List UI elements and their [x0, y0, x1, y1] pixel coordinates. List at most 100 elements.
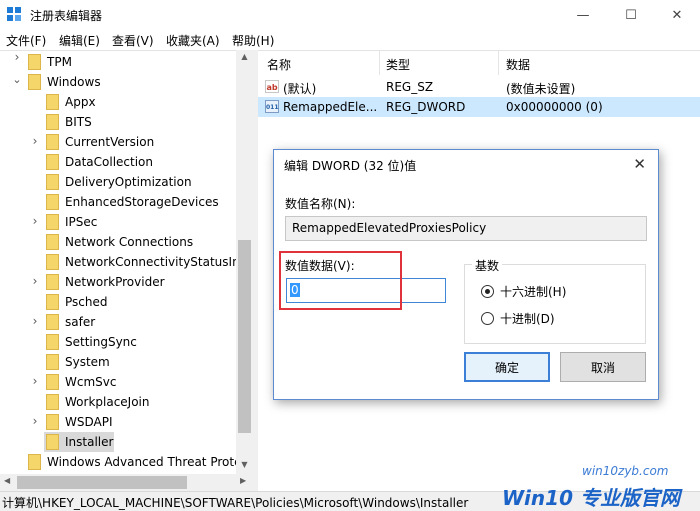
tree-item-label: Windows: [47, 75, 101, 89]
radio-hex-indicator[interactable]: [481, 285, 494, 298]
chevron-right-icon[interactable]: ›: [30, 414, 40, 428]
folder-icon: [46, 394, 59, 410]
tree-item-label: EnhancedStorageDevices: [65, 195, 219, 209]
value-type: REG_DWORD: [386, 100, 466, 114]
folder-icon: [28, 74, 41, 90]
tree-item-label: Installer: [65, 435, 114, 449]
radio-decimal-indicator[interactable]: [481, 312, 494, 325]
tree-item[interactable]: WSDAPI: [46, 412, 113, 432]
tree-item[interactable]: DataCollection: [46, 152, 153, 172]
minimize-button[interactable]: —: [560, 0, 606, 30]
column-header-data[interactable]: 数据: [506, 56, 530, 73]
chevron-right-icon[interactable]: ›: [30, 274, 40, 288]
scroll-down-icon[interactable]: ▼: [236, 460, 253, 469]
menu-view[interactable]: 查看(V): [112, 32, 154, 49]
tree-item-label: SettingSync: [65, 335, 137, 349]
tree-item[interactable]: NetworkProvider: [46, 272, 165, 292]
tree-item[interactable]: DeliveryOptimization: [46, 172, 192, 192]
scroll-left-icon[interactable]: ◀: [4, 476, 10, 485]
chevron-right-icon[interactable]: ›: [30, 314, 40, 328]
window-title: 注册表编辑器: [30, 9, 103, 23]
value-data: 0x00000000 (0): [506, 100, 603, 114]
tree-item[interactable]: WorkplaceJoin: [46, 392, 150, 412]
tree-item[interactable]: Appx: [46, 92, 96, 112]
base-group: 基数 十六进制(H) 十进制(D): [464, 257, 646, 344]
tree-item[interactable]: IPSec: [46, 212, 97, 232]
radio-decimal-label: 十进制(D): [500, 312, 555, 326]
tree-item-label: WorkplaceJoin: [65, 395, 150, 409]
tree-item[interactable]: TPM: [28, 52, 72, 72]
tree-item[interactable]: Psched: [46, 292, 107, 312]
watermark-logo: Win10 专业版官网: [502, 486, 680, 510]
menu-edit[interactable]: 编辑(E): [59, 32, 100, 49]
folder-icon: [46, 174, 59, 190]
chevron-right-icon[interactable]: ›: [12, 51, 22, 64]
value-type: REG_SZ: [386, 80, 434, 94]
radio-hex[interactable]: 十六进制(H): [481, 283, 566, 300]
chevron-right-icon[interactable]: ›: [30, 374, 40, 388]
tree-horizontal-scroll-thumb[interactable]: [17, 476, 187, 489]
value-name: (默认): [283, 82, 317, 96]
dialog-title: 编辑 DWORD (32 位)值: [284, 159, 417, 173]
cancel-button[interactable]: 取消: [560, 352, 646, 382]
tree-item[interactable]: WcmSvc: [46, 372, 116, 392]
scroll-right-icon[interactable]: ▶: [240, 476, 246, 485]
watermark-url: win10zyb.com: [582, 464, 669, 478]
folder-icon: [46, 434, 59, 450]
chevron-right-icon[interactable]: ›: [30, 134, 40, 148]
folder-icon: [46, 194, 59, 210]
tree-item-label: safer: [65, 315, 96, 329]
tree-horizontal-scrollbar[interactable]: ◀ ▶: [0, 474, 253, 491]
tree-item[interactable]: System: [46, 352, 110, 372]
tree-item[interactable]: Installer: [44, 432, 114, 452]
tree-item[interactable]: NetworkConnectivityStatusInc: [46, 252, 246, 272]
column-header-type[interactable]: 类型: [386, 56, 410, 73]
menu-favorites[interactable]: 收藏夹(A): [166, 32, 220, 49]
tree-item[interactable]: SettingSync: [46, 332, 137, 352]
tree-item-label: Windows Advanced Threat Prote: [47, 455, 242, 469]
tree-item-label: DataCollection: [65, 155, 154, 169]
list-row-default[interactable]: ab (默认) REG_SZ (数值未设置): [258, 77, 700, 97]
tree-item[interactable]: Network Connections: [46, 232, 193, 252]
tree-item[interactable]: Windows Advanced Threat Prote: [28, 452, 241, 472]
value-data: (数值未设置): [506, 82, 576, 96]
ok-button[interactable]: 确定: [464, 352, 550, 382]
registry-tree[interactable]: TPM ⌄ Windows Appx BITS › CurrentVersion DataCo…: [0, 50, 252, 474]
status-path: 计算机\HKEY_LOCAL_MACHINE\SOFTWARE\Policies…: [2, 496, 469, 510]
menu-file[interactable]: 文件(F): [6, 32, 46, 49]
tree-vertical-scrollbar[interactable]: ▲ ▼: [236, 50, 253, 474]
scroll-up-icon[interactable]: ▲: [236, 52, 253, 61]
column-header-name[interactable]: 名称: [267, 56, 291, 73]
folder-icon: [28, 454, 41, 470]
folder-icon: [46, 274, 59, 290]
tree-item-label: IPSec: [65, 215, 98, 229]
tree-item-label: DeliveryOptimization: [65, 175, 192, 189]
radio-hex-label: 十六进制(H): [500, 285, 567, 299]
folder-icon: [28, 54, 41, 70]
menu-help[interactable]: 帮助(H): [232, 32, 274, 49]
tree-item-label: NetworkProvider: [65, 275, 165, 289]
folder-icon: [46, 294, 59, 310]
title-bar: 注册表编辑器 — ☐ ✕: [0, 0, 700, 30]
base-group-label: 基数: [472, 257, 503, 274]
tree-item-label: Network Connections: [65, 235, 194, 249]
tree-item[interactable]: EnhancedStorageDevices: [46, 192, 219, 212]
tree-item-label: NetworkConnectivityStatusInc: [65, 255, 247, 269]
dialog-close-icon[interactable]: ✕: [633, 155, 646, 173]
tree-item[interactable]: safer: [46, 312, 95, 332]
chevron-down-icon[interactable]: ⌄: [12, 73, 22, 86]
tree-item[interactable]: Windows: [28, 72, 101, 92]
tree-vertical-scroll-thumb[interactable]: [238, 240, 251, 433]
close-button[interactable]: ✕: [654, 0, 700, 30]
folder-icon: [46, 214, 59, 230]
list-row-remapped[interactable]: 011 RemappedEle... REG_DWORD 0x00000000 …: [258, 97, 700, 117]
maximize-button[interactable]: ☐: [608, 0, 654, 30]
radio-decimal[interactable]: 十进制(D): [481, 310, 555, 327]
tree-item-label: CurrentVersion: [65, 135, 155, 149]
tree-item[interactable]: CurrentVersion: [46, 132, 154, 152]
folder-icon: [46, 94, 59, 110]
folder-icon: [46, 154, 59, 170]
binary-value-icon: 011: [265, 100, 279, 113]
chevron-right-icon[interactable]: ›: [30, 214, 40, 228]
tree-item[interactable]: BITS: [46, 112, 92, 132]
